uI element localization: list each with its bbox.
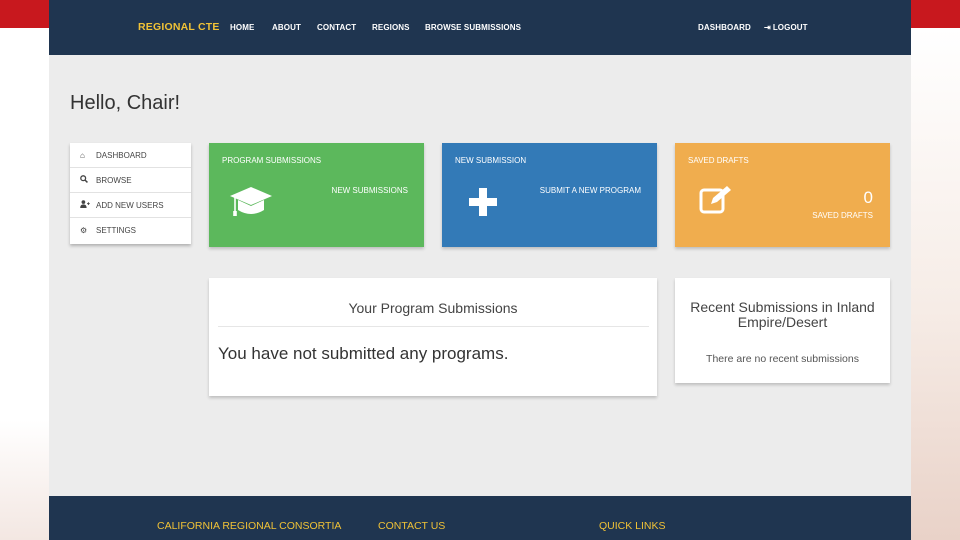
tile-subtitle: SUBMIT A NEW PROGRAM xyxy=(539,186,641,195)
tile-title: PROGRAM SUBMISSIONS xyxy=(222,156,322,165)
your-submissions-card: Your Program Submissions You have not su… xyxy=(209,278,657,396)
brand-logo-text[interactable]: REGIONAL CTE xyxy=(138,21,220,33)
tile-title: NEW SUBMISSION xyxy=(455,156,527,165)
footer-heading-quick-links: QUICK LINKS xyxy=(599,520,666,532)
sidemenu-item-label: BROWSE xyxy=(96,175,132,185)
new-submission-tile[interactable]: NEW SUBMISSION SUBMIT A NEW PROGRAM xyxy=(442,143,657,247)
saved-drafts-tile[interactable]: SAVED DRAFTS 0 SAVED DRAFTS xyxy=(675,143,890,247)
nav-about[interactable]: ABOUT xyxy=(272,23,301,32)
search-icon xyxy=(80,175,96,185)
nav-contact[interactable]: CONTACT xyxy=(317,23,356,32)
browser-screenshot: REGIONAL CTE HOME ABOUT CONTACT REGIONS … xyxy=(49,0,911,540)
top-navbar: REGIONAL CTE HOME ABOUT CONTACT REGIONS … xyxy=(49,0,911,55)
card-title: Your Program Submissions xyxy=(348,300,518,316)
nav-logout[interactable]: ⇥ LOGOUT xyxy=(764,23,808,32)
plus-icon xyxy=(469,188,497,221)
nav-browse-submissions[interactable]: BROWSE SUBMISSIONS xyxy=(425,23,521,32)
slide-book-decoration xyxy=(910,28,960,540)
nav-logout-label: LOGOUT xyxy=(772,23,808,32)
card-title: Recent Submissions in Inland Empire/Dese… xyxy=(690,299,875,330)
sidemenu-item-settings[interactable]: ⚙ SETTINGS xyxy=(70,218,191,243)
slide-book-decoration-left xyxy=(0,420,49,540)
card-empty-message: You have not submitted any programs. xyxy=(218,344,509,363)
home-icon: ⌂ xyxy=(80,150,85,160)
site-footer: CALIFORNIA REGIONAL CONSORTIA CONTACT US… xyxy=(49,496,911,540)
sidemenu-item-label: ADD NEW USERS xyxy=(96,200,164,210)
saved-drafts-count-label: SAVED DRAFTS xyxy=(812,211,873,220)
edit-icon xyxy=(699,185,733,220)
side-menu: ⌂ DASHBOARD BROWSE ADD NEW USERS ⚙ SETTI… xyxy=(70,143,191,244)
user-plus-icon xyxy=(80,200,96,210)
nav-regions[interactable]: REGIONS xyxy=(372,23,410,32)
sidemenu-item-dashboard[interactable]: ⌂ DASHBOARD xyxy=(70,143,191,168)
page-greeting: Hello, Chair! xyxy=(70,92,181,114)
nav-dashboard[interactable]: DASHBOARD xyxy=(698,23,751,32)
card-empty-message: There are no recent submissions xyxy=(706,353,859,365)
card-divider xyxy=(218,326,649,327)
tile-subtitle: NEW SUBMISSIONS xyxy=(331,186,408,195)
sidemenu-item-browse[interactable]: BROWSE xyxy=(70,168,191,193)
sidemenu-item-label: SETTINGS xyxy=(96,226,137,235)
gear-icon: ⚙ xyxy=(80,226,88,235)
footer-heading-contact: CONTACT US xyxy=(378,520,446,532)
sidemenu-item-add-new-users[interactable]: ADD NEW USERS xyxy=(70,193,191,218)
sidemenu-item-label: DASHBOARD xyxy=(96,150,147,160)
logout-icon: ⇥ xyxy=(764,23,771,32)
program-submissions-tile[interactable]: PROGRAM SUBMISSIONS NEW SUBMISSIONS xyxy=(209,143,424,247)
footer-heading-consortia: CALIFORNIA REGIONAL CONSORTIA xyxy=(157,520,342,532)
nav-home[interactable]: HOME xyxy=(230,23,254,32)
graduation-cap-icon xyxy=(229,185,273,224)
saved-drafts-count: 0 xyxy=(863,188,873,207)
recent-submissions-card: Recent Submissions in Inland Empire/Dese… xyxy=(675,278,890,383)
tile-title: SAVED DRAFTS xyxy=(688,156,749,165)
